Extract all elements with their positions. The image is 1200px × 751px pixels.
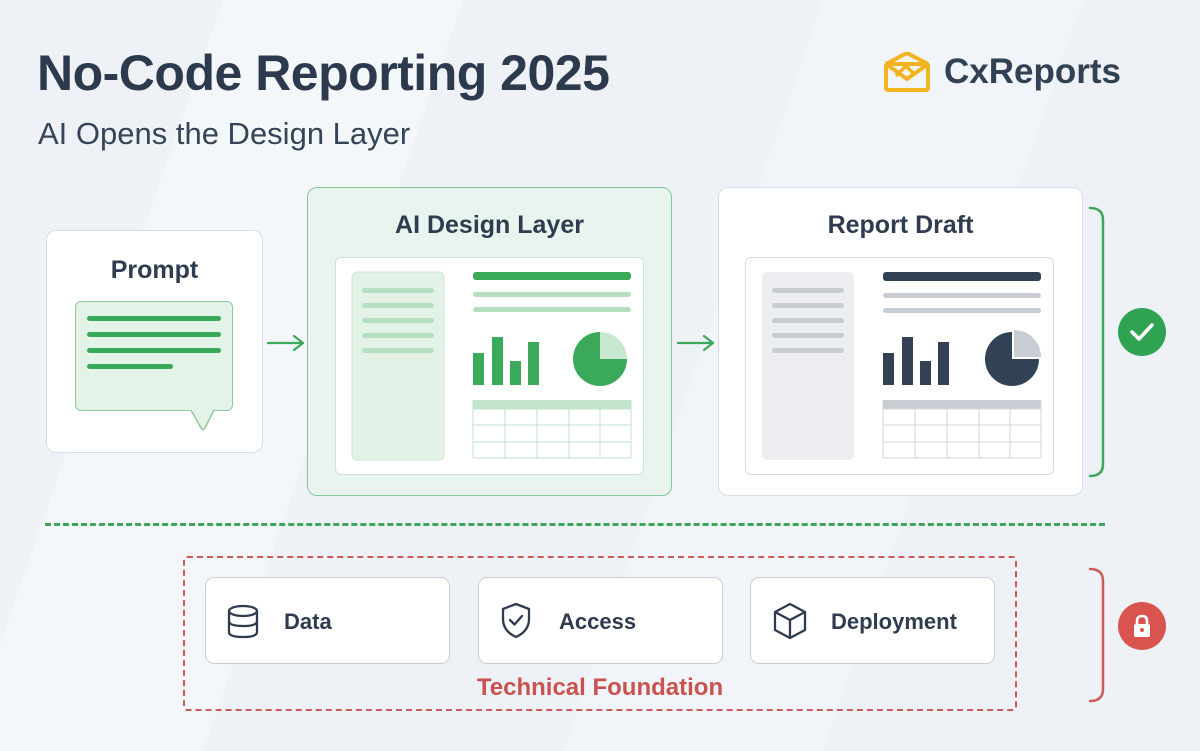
foundation-item-label: Access <box>559 609 637 634</box>
report-draft-preview <box>745 257 1054 475</box>
ai-design-layer-title: AI Design Layer <box>395 211 584 239</box>
cube-icon <box>773 602 807 640</box>
chat-bubble-icon <box>75 301 233 411</box>
section-divider <box>45 523 1105 526</box>
page-subtitle: AI Opens the Design Layer <box>38 116 411 151</box>
arrow-right-icon <box>676 334 715 352</box>
report-draft-wireframe <box>762 272 1042 460</box>
database-icon <box>227 604 259 639</box>
prompt-title: Prompt <box>110 256 199 284</box>
foundation-item-access[interactable]: Access <box>478 577 723 664</box>
brand-name: CxReports <box>944 52 1121 91</box>
arrow-right-icon <box>266 334 305 352</box>
page-title: No-Code Reporting 2025 <box>37 45 610 101</box>
lock-icon <box>1118 602 1166 650</box>
ai-layout-wireframe <box>351 271 632 461</box>
ai-layout-preview <box>335 257 644 475</box>
envelope-logo-icon <box>884 52 930 92</box>
check-icon <box>1118 308 1166 356</box>
foundation-item-label: Data <box>284 609 332 634</box>
brand-logo[interactable]: CxReports <box>884 52 1121 92</box>
foundation-item-data[interactable]: Data <box>205 577 450 664</box>
foundation-item-deployment[interactable]: Deployment <box>750 577 995 664</box>
technical-foundation-label: Technical Foundation <box>476 674 724 701</box>
foundation-item-label: Deployment <box>831 609 957 634</box>
design-bracket <box>1088 206 1105 478</box>
chat-bubble-tail <box>190 409 215 431</box>
shield-check-icon <box>501 602 531 639</box>
foundation-bracket <box>1088 567 1105 703</box>
report-draft-title: Report Draft <box>827 211 974 239</box>
